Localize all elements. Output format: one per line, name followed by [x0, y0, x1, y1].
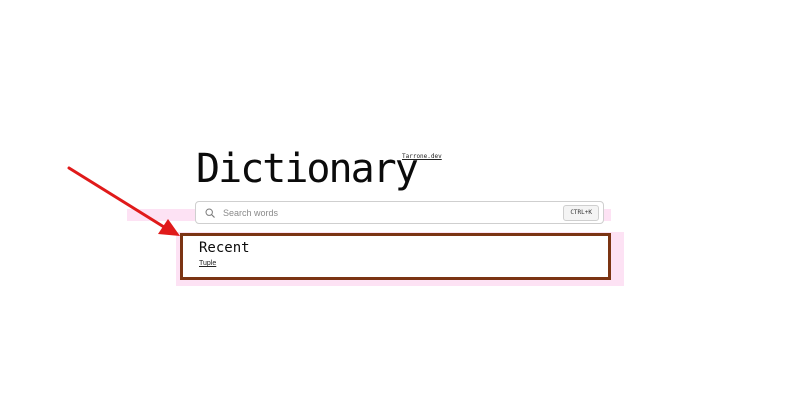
site-link[interactable]: Tarrone.dev: [402, 153, 442, 160]
search-icon: [203, 206, 217, 220]
header: Dictionary Tarrone.dev: [196, 146, 446, 196]
search-input[interactable]: [223, 203, 564, 222]
recent-title: Recent: [199, 240, 250, 256]
recent-item-link[interactable]: Tuple: [199, 259, 216, 268]
dictionary-page: Dictionary Tarrone.dev CTRL+K Recent Tup…: [0, 0, 800, 415]
keyboard-shortcut-badge: CTRL+K: [563, 204, 599, 221]
recent-section: Recent Tuple: [180, 233, 611, 280]
search-bar[interactable]: CTRL+K: [195, 201, 604, 224]
